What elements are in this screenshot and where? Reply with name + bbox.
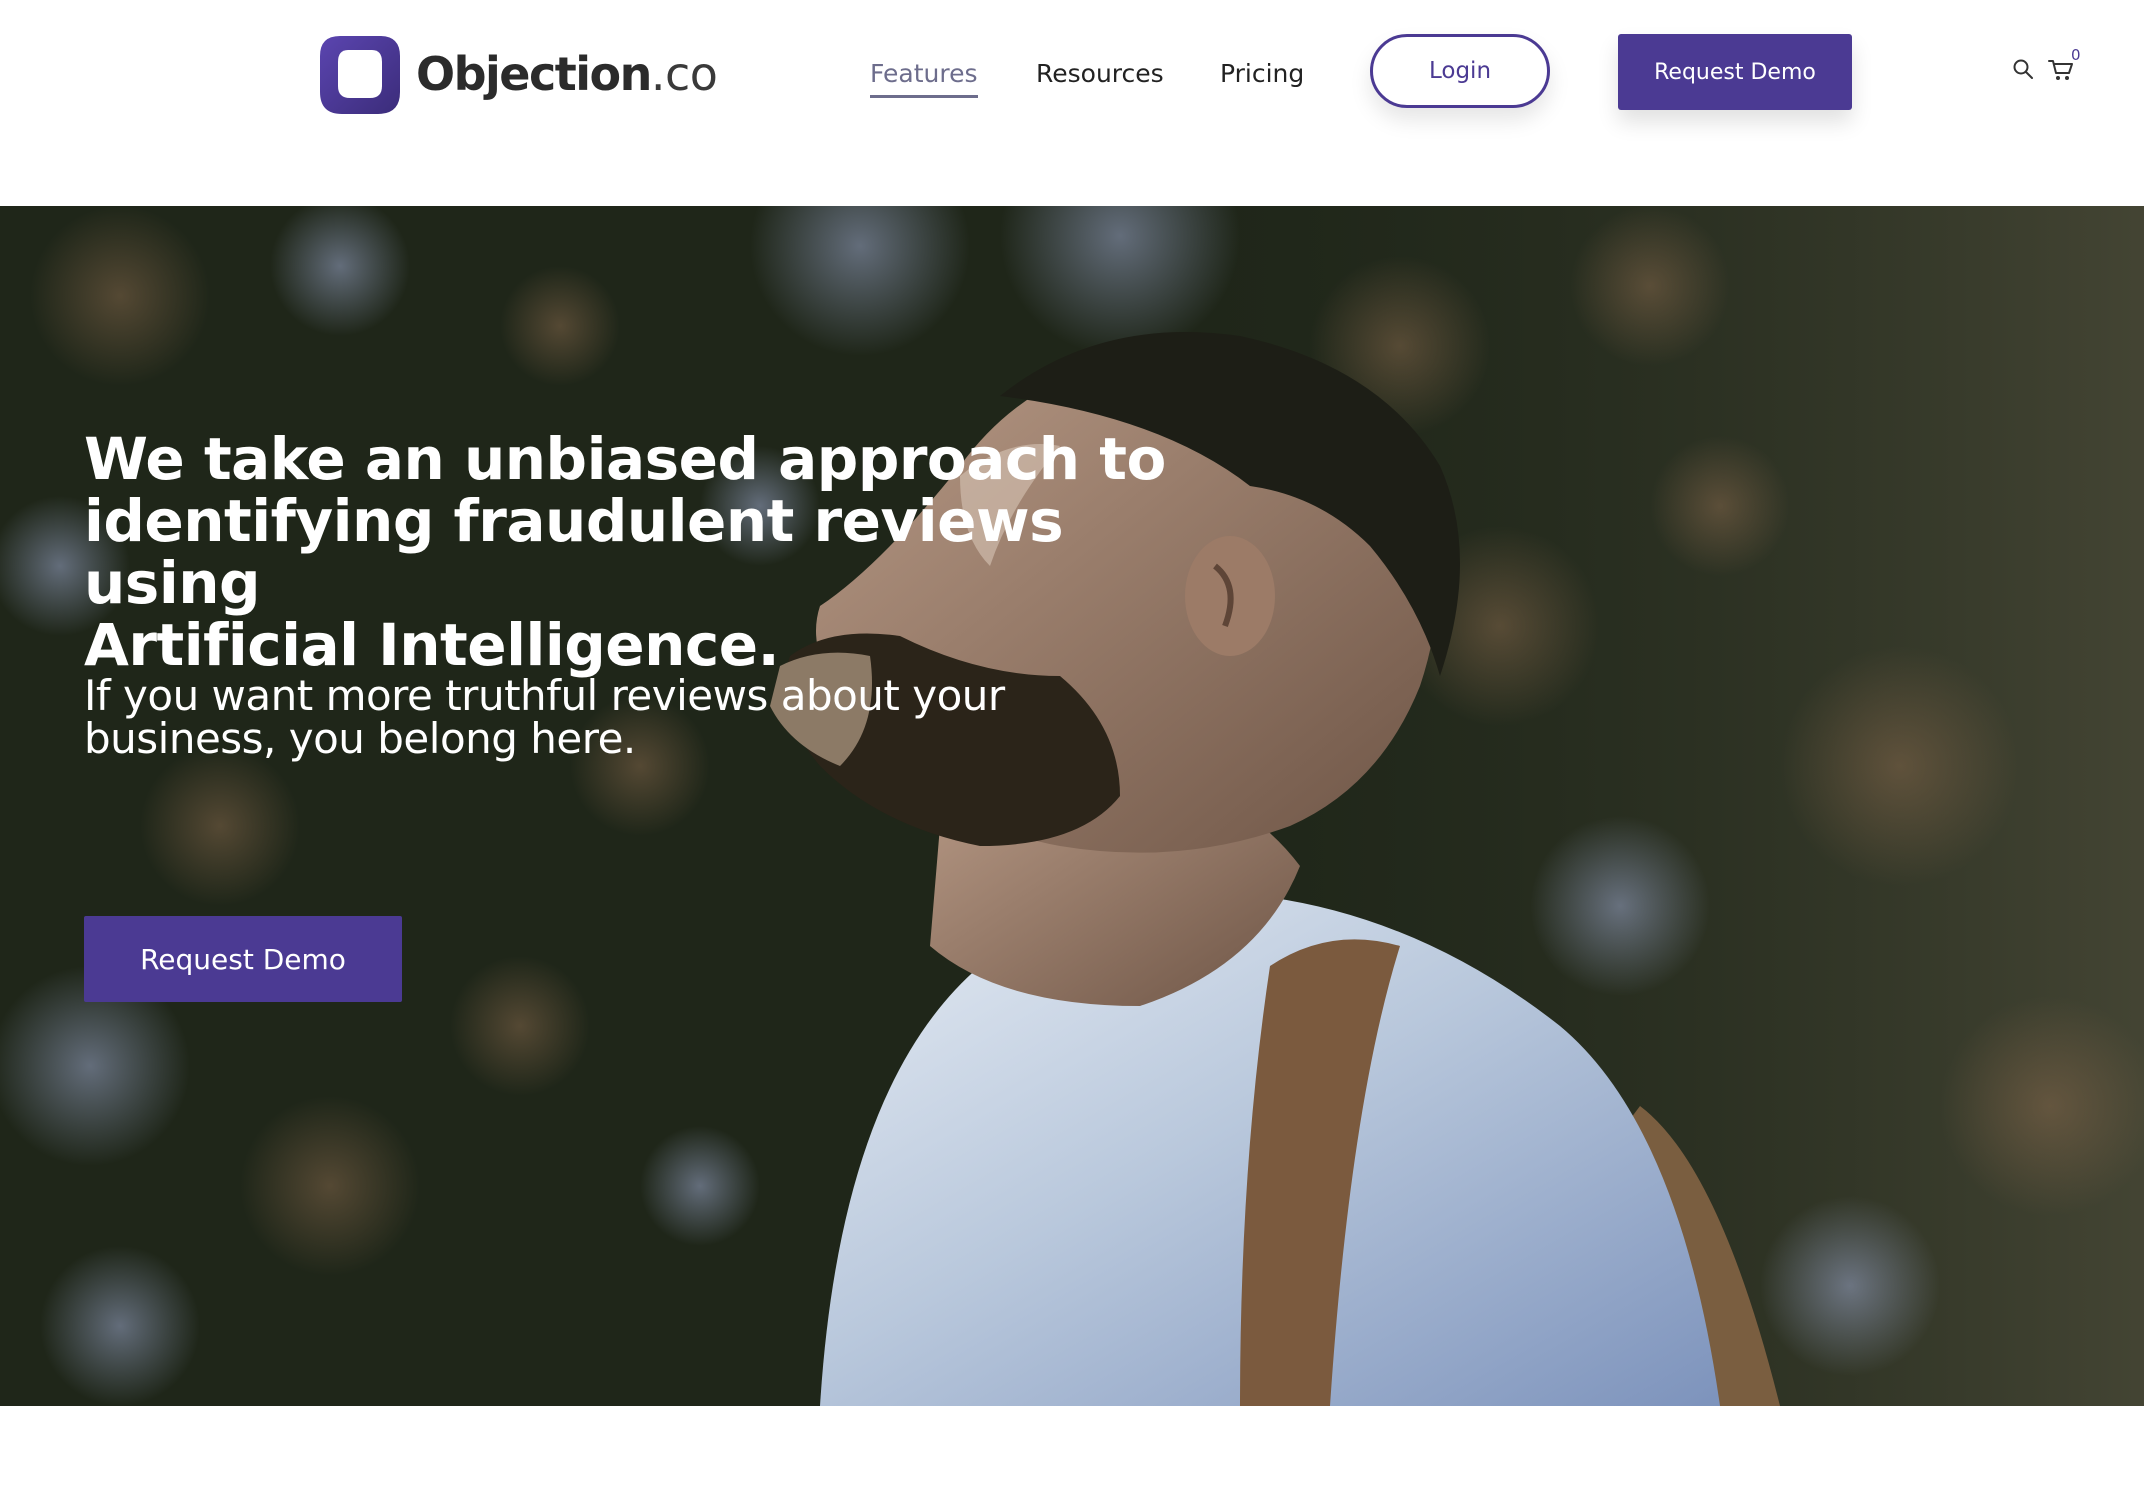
logo-o-icon — [320, 36, 400, 114]
request-demo-hero-button[interactable]: Request Demo — [84, 916, 402, 1002]
nav-item-features[interactable]: Features — [870, 52, 978, 98]
nav-item-resources[interactable]: Resources — [1036, 52, 1164, 96]
hero-subtitle: If you want more truthful reviews about … — [84, 674, 1104, 760]
request-demo-header-button[interactable]: Request Demo — [1618, 34, 1852, 110]
brand-name: Objection.co — [416, 47, 718, 101]
hero-subtitle-line: business, you belong here. — [84, 714, 636, 763]
cart-count-badge: 0 — [2071, 46, 2081, 64]
brand-suffix: .co — [650, 47, 718, 101]
login-button[interactable]: Login — [1370, 34, 1550, 108]
hero-background-image — [0, 206, 2144, 1406]
nav-item-pricing[interactable]: Pricing — [1220, 52, 1304, 96]
hero-section: We take an unbiased approach to identify… — [0, 206, 2144, 1406]
page-bottom-strip — [0, 1406, 2144, 1496]
hero-subtitle-line: If you want more truthful reviews about … — [84, 671, 1005, 720]
site-header: Objection.co Features Resources Pricing … — [0, 0, 2144, 206]
hero-title-line: We take an unbiased approach to — [84, 425, 1166, 493]
hero-title-line: identifying fraudulent reviews using — [84, 487, 1064, 617]
search-icon[interactable] — [2012, 58, 2034, 80]
hero-title-line: Artificial Intelligence. — [84, 611, 780, 679]
hero-title: We take an unbiased approach to identify… — [84, 428, 1244, 676]
brand-logo[interactable]: Objection.co — [318, 30, 718, 118]
